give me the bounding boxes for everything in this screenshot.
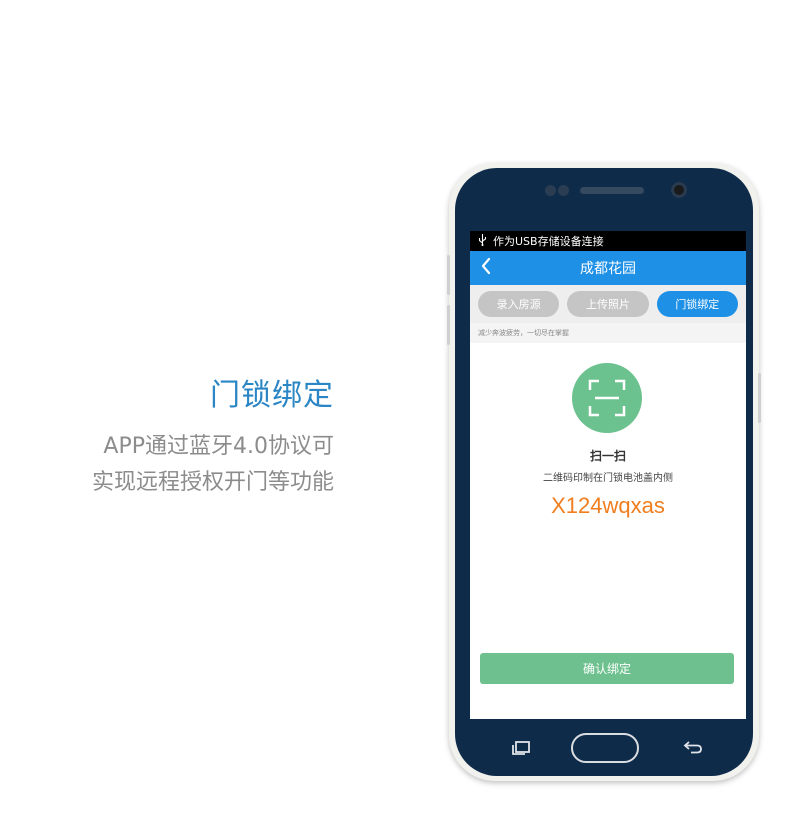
usb-icon [478, 233, 487, 249]
tab-add-listing[interactable]: 录入房源 [478, 291, 560, 317]
sensor-dot [545, 185, 556, 196]
nav-title: 成都花园 [580, 261, 636, 277]
volume-down-button[interactable] [447, 305, 450, 345]
back-key-icon[interactable] [683, 739, 703, 758]
sensor-dot [558, 185, 569, 196]
status-bar: 作为USB存储设备连接 [470, 231, 746, 251]
hint-text: 减少奔波疲劳，一切尽在掌握 [470, 323, 746, 343]
phone-screen: 作为USB存储设备连接 成都花园 录入房源 上传照片 门锁绑定 减少奔波疲劳，一… [470, 231, 746, 719]
scan-title: 扫一扫 [589, 449, 626, 463]
promo-line-1: APP通过蓝牙4.0协议可 [103, 434, 334, 459]
front-camera [671, 182, 687, 198]
volume-up-button[interactable] [447, 255, 450, 295]
scan-description: 二维码印制在门锁电池盖内侧 [543, 473, 673, 484]
promo-line-2: 实现远程授权开门等功能 [91, 470, 334, 495]
status-text: 作为USB存储设备连接 [493, 235, 604, 248]
chevron-left-icon[interactable] [480, 256, 492, 280]
qr-scan-icon[interactable] [572, 363, 642, 433]
tab-upload-photos[interactable]: 上传照片 [567, 291, 649, 317]
tab-bar: 录入房源 上传照片 门锁绑定 [470, 285, 746, 323]
phone: 作为USB存储设备连接 成都花园 录入房源 上传照片 门锁绑定 减少奔波疲劳，一… [447, 163, 761, 781]
tab-lock-binding[interactable]: 门锁绑定 [656, 291, 738, 317]
recent-apps-icon[interactable] [511, 740, 531, 759]
home-button[interactable] [571, 733, 639, 763]
phone-front: 作为USB存储设备连接 成都花园 录入房源 上传照片 门锁绑定 减少奔波疲劳，一… [455, 168, 753, 776]
scan-area: 扫一扫 二维码印制在门锁电池盖内侧 X124wqxas 确认绑定 [470, 343, 746, 719]
lock-code: X124wqxas [551, 493, 665, 518]
promo-title: 门锁绑定 [210, 378, 334, 413]
nav-bar: 成都花园 [470, 251, 746, 285]
confirm-bind-button[interactable]: 确认绑定 [480, 653, 734, 684]
earpiece-speaker [580, 187, 644, 194]
power-button[interactable] [758, 373, 761, 423]
